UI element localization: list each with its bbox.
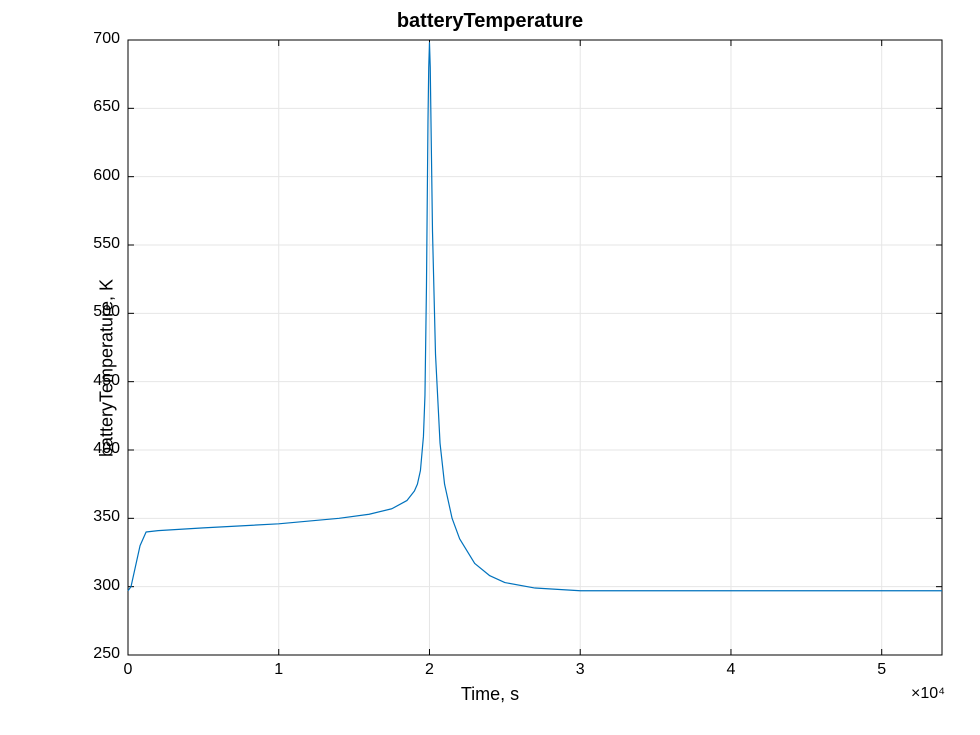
x-tick-label: 1 <box>259 661 299 679</box>
plot-svg <box>0 0 980 735</box>
y-tick-label: 350 <box>70 508 120 526</box>
x-tick-label: 0 <box>108 661 148 679</box>
x-tick-label: 3 <box>560 661 600 679</box>
y-tick-label: 700 <box>70 30 120 48</box>
y-tick-label: 650 <box>70 98 120 116</box>
y-tick-label: 400 <box>70 440 120 458</box>
y-tick-label: 450 <box>70 372 120 390</box>
x-tick-label: 4 <box>711 661 751 679</box>
chart-figure: batteryTemperature batteryTemperature, K… <box>0 0 980 735</box>
x-tick-label: 2 <box>409 661 449 679</box>
y-tick-label: 300 <box>70 577 120 595</box>
y-tick-label: 250 <box>70 645 120 663</box>
x-tick-label: 5 <box>862 661 902 679</box>
y-tick-label: 500 <box>70 303 120 321</box>
y-tick-label: 550 <box>70 235 120 253</box>
y-tick-label: 600 <box>70 167 120 185</box>
